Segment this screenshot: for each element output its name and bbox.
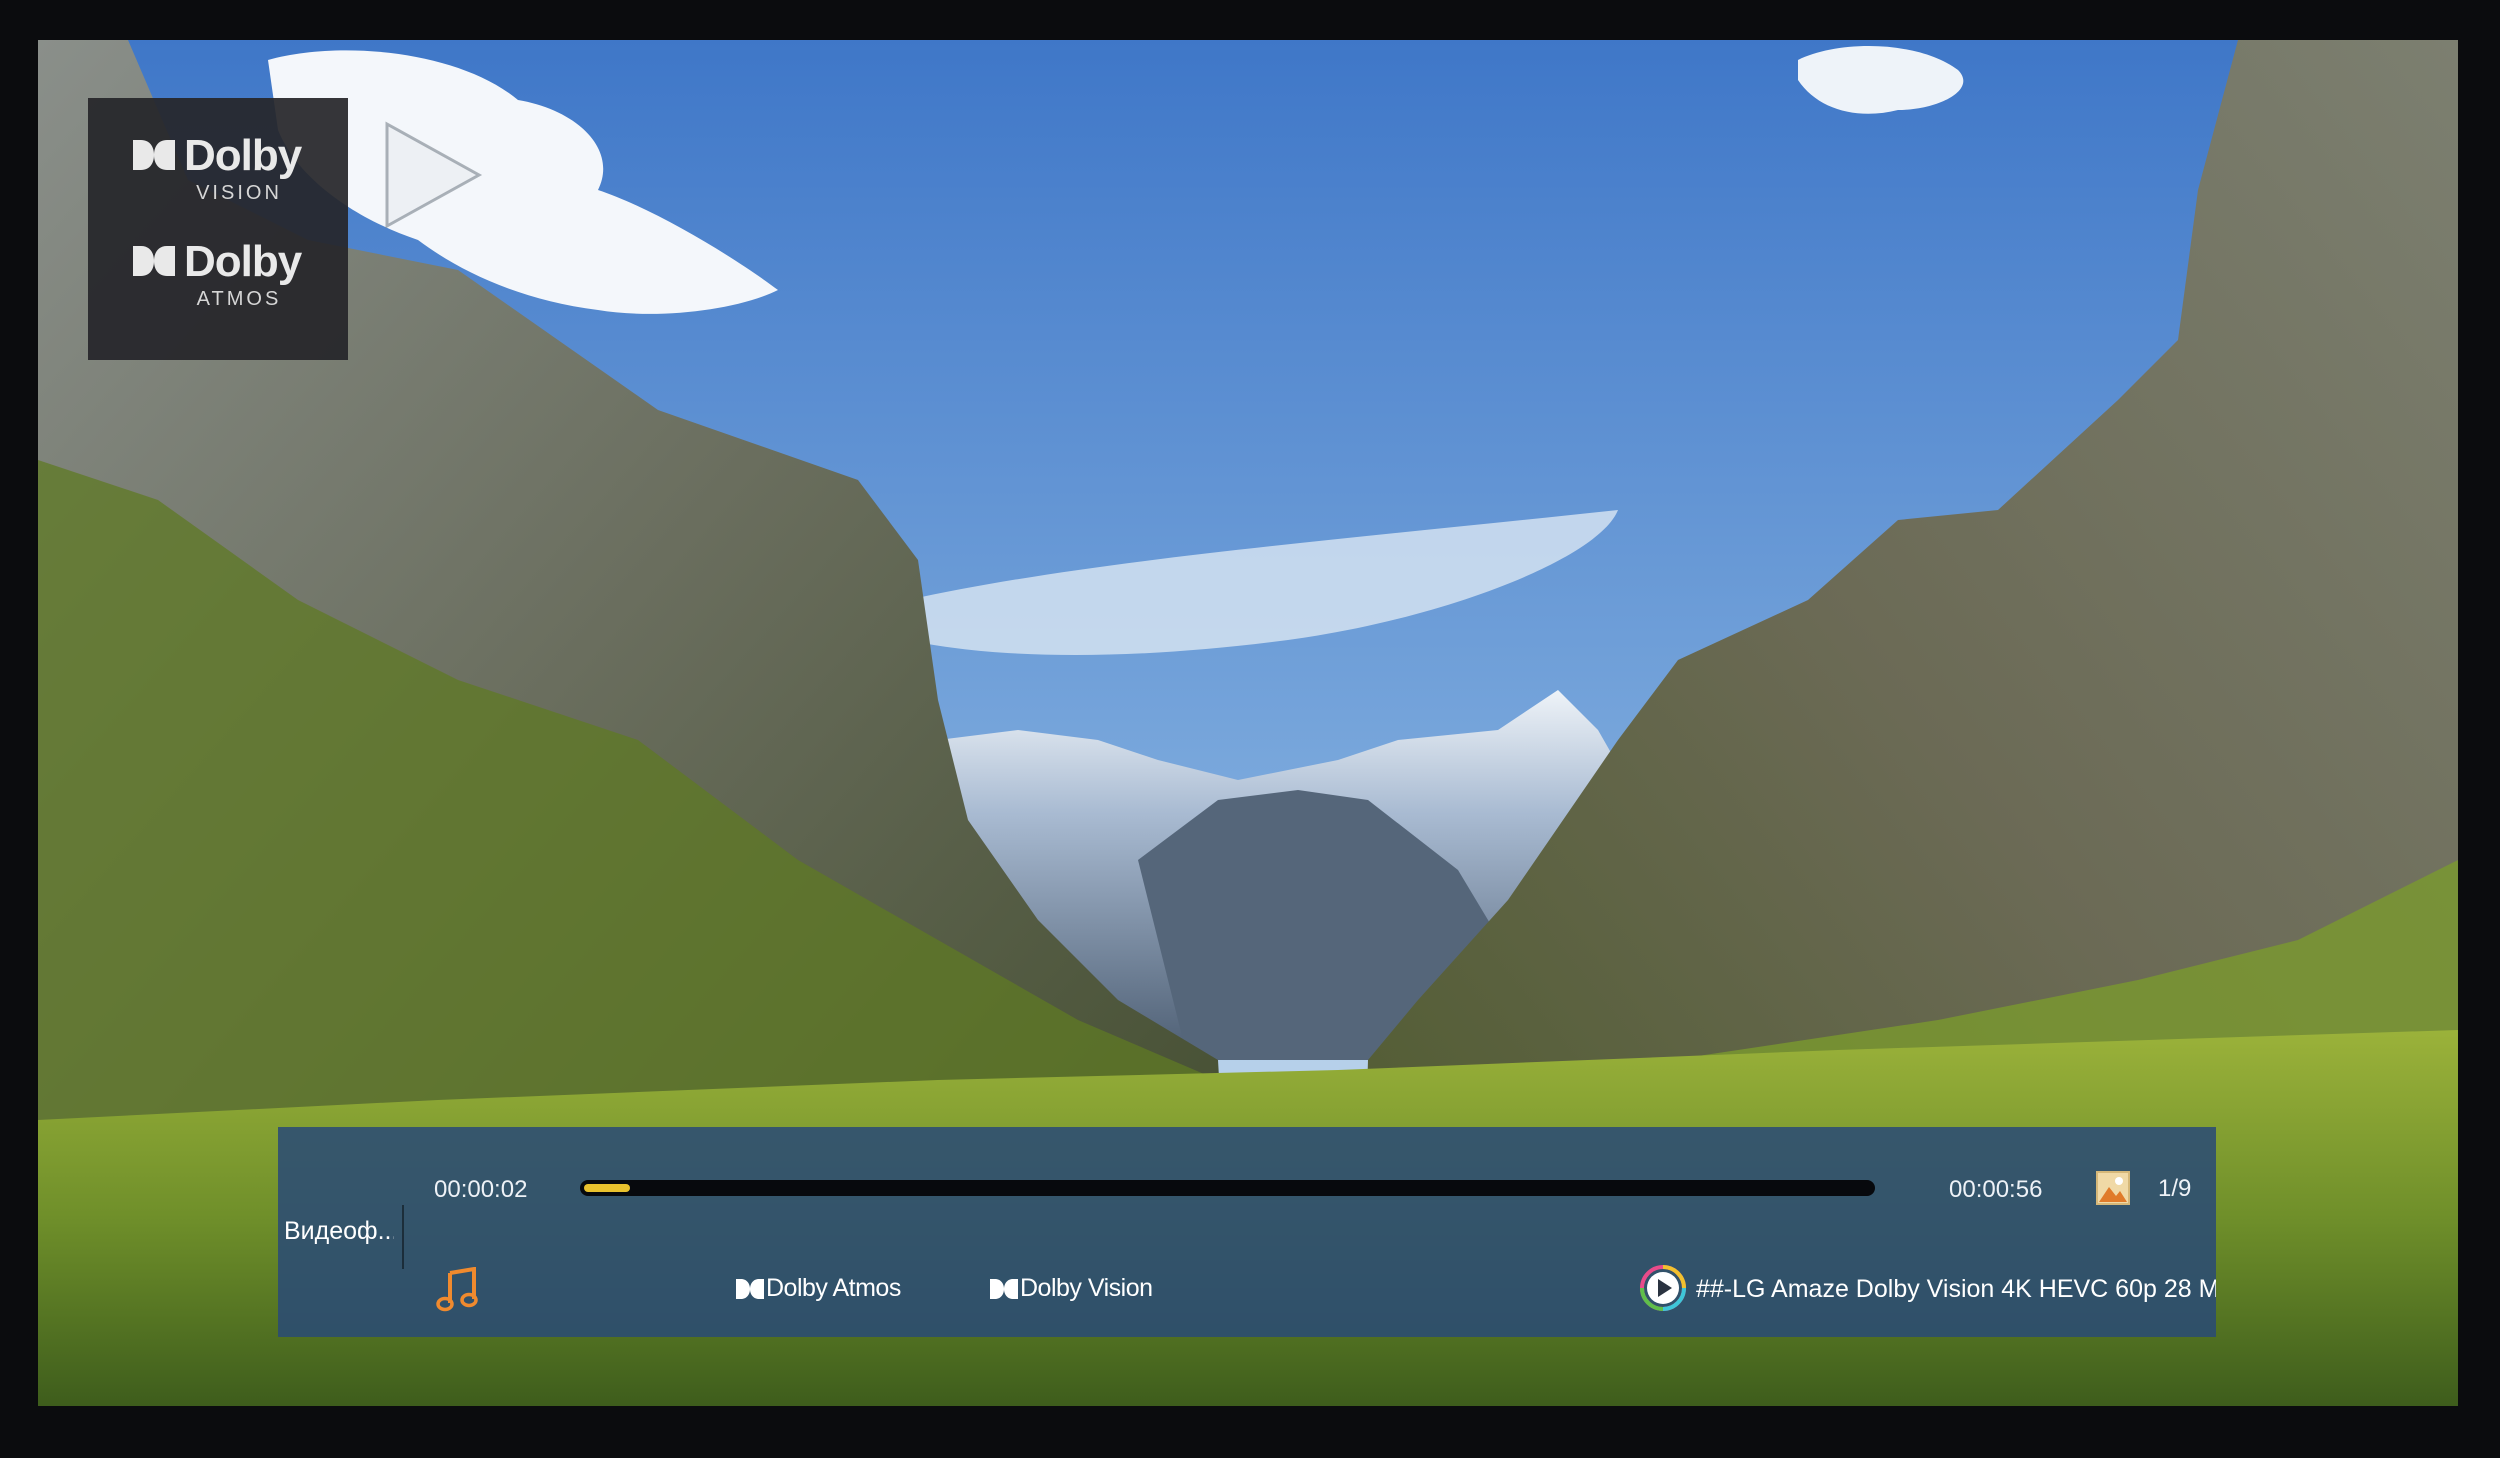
dolby-vision-badge: Dolby VISION xyxy=(88,134,348,244)
dolby-vision-sub: VISION xyxy=(196,182,282,204)
dolby-atmos-badge: Dolby ATMOS xyxy=(88,240,348,350)
current-time: 00:00:02 xyxy=(434,1176,528,1203)
video-format-tag: Dolby Vision xyxy=(990,1273,1170,1305)
playback-osd-bar: Видеоф... 00:00:02 00:00:56 1/9 Dolby At… xyxy=(278,1127,2216,1337)
progress-fill xyxy=(584,1184,630,1192)
dolby-double-d-icon xyxy=(133,140,175,170)
audio-format-tag: Dolby Atmos xyxy=(736,1273,916,1305)
play-triangle-icon[interactable] xyxy=(383,120,483,230)
dolby-atmos-brand: Dolby xyxy=(184,237,302,286)
dolby-badge: Dolby VISION Dolby ATMOS xyxy=(88,98,348,360)
video-screen: Dolby VISION Dolby ATMOS Видеоф... 00:00… xyxy=(38,40,2458,1406)
dolby-double-d-icon xyxy=(133,246,175,276)
dolby-double-d-icon xyxy=(736,1279,764,1299)
category-label[interactable]: Видеоф... xyxy=(284,1217,394,1246)
dolby-double-d-icon xyxy=(990,1279,1018,1299)
image-thumbnail-icon[interactable] xyxy=(2096,1171,2130,1205)
audio-format-label: Dolby Atmos xyxy=(766,1274,901,1302)
item-counter: 1/9 xyxy=(2158,1175,2192,1202)
osd-divider xyxy=(402,1205,404,1269)
progress-bar[interactable] xyxy=(580,1180,1875,1196)
file-name: ##-LG Amaze Dolby Vision 4K HEVC 60p 28 … xyxy=(1696,1275,2216,1303)
music-note-icon[interactable] xyxy=(436,1267,478,1313)
dolby-atmos-sub: ATMOS xyxy=(196,288,282,310)
dolby-vision-brand: Dolby xyxy=(184,131,302,180)
total-time: 00:00:56 xyxy=(1949,1176,2043,1203)
video-format-label: Dolby Vision xyxy=(1020,1274,1153,1302)
media-player-icon[interactable] xyxy=(1640,1265,1686,1311)
